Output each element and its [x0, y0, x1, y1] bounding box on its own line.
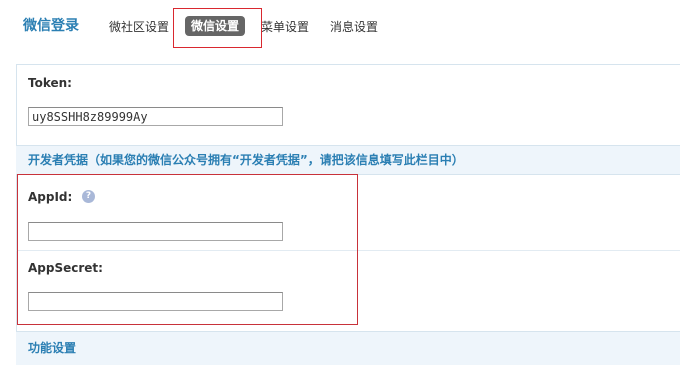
- appid-label: AppId:: [28, 190, 73, 204]
- token-input[interactable]: [28, 107, 283, 126]
- tab-message-settings[interactable]: 消息设置: [330, 19, 378, 35]
- row-divider: [16, 250, 680, 251]
- appid-input[interactable]: [28, 222, 283, 241]
- appsecret-input[interactable]: [28, 292, 283, 311]
- tab-wechat-settings[interactable]: 微信设置: [185, 16, 246, 36]
- developer-credentials-header: 开发者凭据（如果您的微信公众号拥有“开发者凭据”，请把该信息填写此栏目中）: [16, 145, 680, 175]
- help-icon[interactable]: ?: [82, 190, 95, 203]
- developer-credentials-header-text: 开发者凭据（如果您的微信公众号拥有“开发者凭据”，请把该信息填写此栏目中）: [28, 153, 464, 167]
- token-label: Token:: [28, 76, 72, 90]
- feature-settings-header-text: 功能设置: [28, 341, 77, 355]
- appsecret-label: AppSecret:: [28, 261, 103, 275]
- tab-community-settings[interactable]: 微社区设置: [109, 19, 169, 35]
- nav-title[interactable]: 微信登录: [23, 17, 79, 35]
- tab-menu-settings[interactable]: 菜单设置: [261, 19, 309, 35]
- feature-settings-header: 功能设置: [16, 331, 680, 365]
- wechat-settings-page: 微信登录 微社区设置 微信设置 菜单设置 消息设置 Token: 开发者凭据（如…: [0, 0, 680, 365]
- top-navigation: 微信登录 微社区设置 微信设置 菜单设置 消息设置: [0, 0, 680, 56]
